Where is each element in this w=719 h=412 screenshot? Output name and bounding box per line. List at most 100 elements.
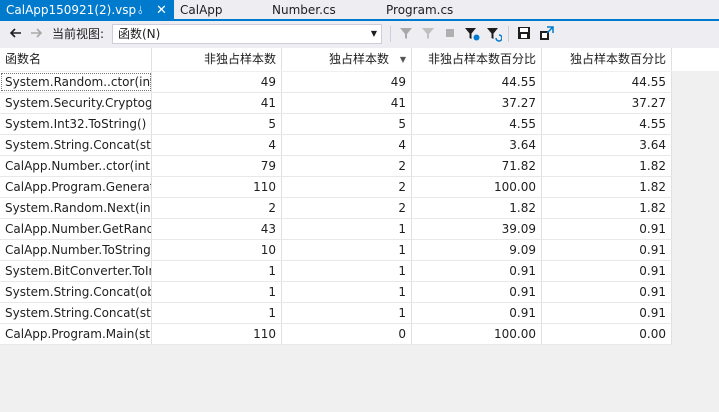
- table-row[interactable]: CalApp.Number.GetRandom43139.090.91: [0, 219, 672, 240]
- cell-inclusive-samples: 41: [152, 93, 282, 113]
- cell-inclusive-samples: 1: [152, 282, 282, 302]
- table-row[interactable]: System.String.Concat(object110.910.91: [0, 282, 672, 303]
- column-header-inclusive-percent[interactable]: 非独占样本数百分比: [412, 48, 542, 71]
- current-view-value: 函数(N): [118, 27, 161, 41]
- chevron-down-icon: ▼: [370, 29, 377, 38]
- cell-function-name[interactable]: System.String.Concat(string: [0, 303, 152, 323]
- table-row[interactable]: System.Random..ctor(int32)494944.5544.55: [0, 72, 672, 93]
- tab-calapp[interactable]: CalApp: [174, 0, 270, 21]
- column-header-function-name[interactable]: 函数名: [0, 48, 152, 71]
- toolbar-separator: [508, 26, 509, 42]
- filter-refresh-icon[interactable]: [486, 26, 503, 42]
- cell-exclusive-percent: 37.27: [542, 93, 672, 113]
- document-tab-strip: CalApp150921(2).vsp ⫰ ✕ CalApp Number.cs…: [0, 0, 719, 21]
- report-toolbar: 当前视图: 函数(N) ▼: [0, 21, 719, 48]
- cell-function-name[interactable]: CalApp.Number.ToString(): [0, 240, 152, 260]
- save-icon[interactable]: [516, 26, 532, 42]
- cell-function-name[interactable]: CalApp.Number.GetRandom: [0, 219, 152, 239]
- cell-function-name[interactable]: System.Random.Next(int32): [0, 198, 152, 218]
- cell-inclusive-percent: 100.00: [412, 177, 542, 197]
- current-view-select[interactable]: 函数(N) ▼: [112, 24, 382, 44]
- column-header-exclusive-percent[interactable]: 独占样本数百分比: [542, 48, 672, 71]
- stop-icon[interactable]: [442, 26, 458, 42]
- cell-inclusive-samples: 1: [152, 303, 282, 323]
- cell-inclusive-percent: 0.91: [412, 303, 542, 323]
- cell-function-name[interactable]: System.Random..ctor(int32): [0, 72, 152, 92]
- table-row[interactable]: System.String.Concat(string443.643.64: [0, 135, 672, 156]
- column-header-exclusive-samples[interactable]: 独占样本数 ▼: [282, 48, 412, 71]
- cell-exclusive-percent: 1.82: [542, 198, 672, 218]
- table-row[interactable]: CalApp.Number..ctor(int32)79271.821.82: [0, 156, 672, 177]
- tab-program-cs[interactable]: Program.cs: [380, 0, 500, 21]
- function-details-grid: 函数名 非独占样本数 独占样本数 ▼ 非独占样本数百分比 独占样本数百分比 Sy…: [0, 48, 719, 412]
- clear-filter-icon[interactable]: [420, 26, 436, 42]
- cell-inclusive-percent: 37.27: [412, 93, 542, 113]
- filter-icon[interactable]: [398, 26, 414, 42]
- table-row[interactable]: System.String.Concat(string110.910.91: [0, 303, 672, 324]
- cell-function-name[interactable]: System.String.Concat(object: [0, 282, 152, 302]
- tab-vsp-report[interactable]: CalApp150921(2).vsp ⫰ ✕: [0, 0, 174, 21]
- table-row[interactable]: System.BitConverter.ToInt32110.910.91: [0, 261, 672, 282]
- close-icon[interactable]: ✕: [156, 0, 167, 21]
- cell-exclusive-samples: 1: [282, 303, 412, 323]
- cell-inclusive-samples: 110: [152, 177, 282, 197]
- cell-function-name[interactable]: System.String.Concat(string: [0, 135, 152, 155]
- cell-inclusive-samples: 79: [152, 156, 282, 176]
- cell-function-name[interactable]: CalApp.Number..ctor(int32): [0, 156, 152, 176]
- grid-rows: System.Random..ctor(int32)494944.5544.55…: [0, 72, 672, 345]
- cell-inclusive-samples: 110: [152, 324, 282, 344]
- arrow-left-icon[interactable]: [8, 26, 24, 42]
- cell-inclusive-percent: 39.09: [412, 219, 542, 239]
- cell-exclusive-percent: 0.00: [542, 324, 672, 344]
- table-row[interactable]: CalApp.Program.GenerateNumbers1102100.00…: [0, 177, 672, 198]
- cell-inclusive-samples: 4: [152, 135, 282, 155]
- table-row[interactable]: CalApp.Program.Main(string[])1100100.000…: [0, 324, 672, 345]
- cell-inclusive-samples: 10: [152, 240, 282, 260]
- cell-inclusive-percent: 9.09: [412, 240, 542, 260]
- tab-vsp-report-label: CalApp150921(2).vsp: [6, 3, 137, 17]
- tab-number-cs[interactable]: Number.cs: [266, 0, 384, 21]
- cell-exclusive-samples: 5: [282, 114, 412, 134]
- cell-exclusive-samples: 2: [282, 156, 412, 176]
- cell-inclusive-samples: 1: [152, 261, 282, 281]
- cell-exclusive-percent: 0.91: [542, 240, 672, 260]
- cell-exclusive-percent: 0.91: [542, 261, 672, 281]
- cell-function-name[interactable]: System.BitConverter.ToInt32: [0, 261, 152, 281]
- table-row[interactable]: System.Security.Cryptography414137.2737.…: [0, 93, 672, 114]
- tab-number-cs-label: Number.cs: [272, 3, 336, 17]
- cell-inclusive-samples: 2: [152, 198, 282, 218]
- tab-program-cs-label: Program.cs: [386, 3, 454, 17]
- cell-exclusive-samples: 1: [282, 219, 412, 239]
- table-row[interactable]: CalApp.Number.ToString() 10 1 9.09 0.91: [0, 240, 672, 261]
- cell-exclusive-percent: 4.55: [542, 114, 672, 134]
- cell-inclusive-percent: 0.91: [412, 261, 542, 281]
- cell-function-name[interactable]: System.Int32.ToString(): [0, 114, 152, 134]
- table-row[interactable]: System.Random.Next(int32)221.821.82: [0, 198, 672, 219]
- cell-inclusive-percent: 71.82: [412, 156, 542, 176]
- tab-calapp-label: CalApp: [180, 3, 223, 17]
- filter-apply-icon[interactable]: [464, 26, 480, 42]
- column-header-filler: [672, 48, 719, 71]
- cell-inclusive-percent: 0.91: [412, 282, 542, 302]
- cell-exclusive-samples: 1: [282, 282, 412, 302]
- column-header-inclusive-samples[interactable]: 非独占样本数: [152, 48, 282, 71]
- cell-inclusive-samples: 5: [152, 114, 282, 134]
- cell-inclusive-percent: 100.00: [412, 324, 542, 344]
- cell-function-name[interactable]: CalApp.Program.Main(string[]): [0, 324, 152, 344]
- sort-descending-icon: ▼: [399, 55, 406, 64]
- export-icon[interactable]: [538, 26, 554, 42]
- cell-exclusive-samples: 1: [282, 240, 412, 260]
- pin-icon[interactable]: ⫰: [138, 0, 143, 21]
- arrow-right-icon[interactable]: [28, 26, 44, 42]
- cell-inclusive-samples: 49: [152, 72, 282, 92]
- cell-inclusive-percent: 4.55: [412, 114, 542, 134]
- cell-exclusive-samples: 41: [282, 93, 412, 113]
- cell-exclusive-percent: 44.55: [542, 72, 672, 92]
- column-header-exclusive-samples-label: 独占样本数: [328, 52, 389, 66]
- cell-exclusive-samples: 49: [282, 72, 412, 92]
- table-row[interactable]: System.Int32.ToString() 5 5 4.55 4.55: [0, 114, 672, 135]
- cell-exclusive-percent: 1.82: [542, 177, 672, 197]
- cell-function-name[interactable]: CalApp.Program.GenerateNumbers: [0, 177, 152, 197]
- cell-exclusive-percent: 0.91: [542, 219, 672, 239]
- cell-function-name[interactable]: System.Security.Cryptography: [0, 93, 152, 113]
